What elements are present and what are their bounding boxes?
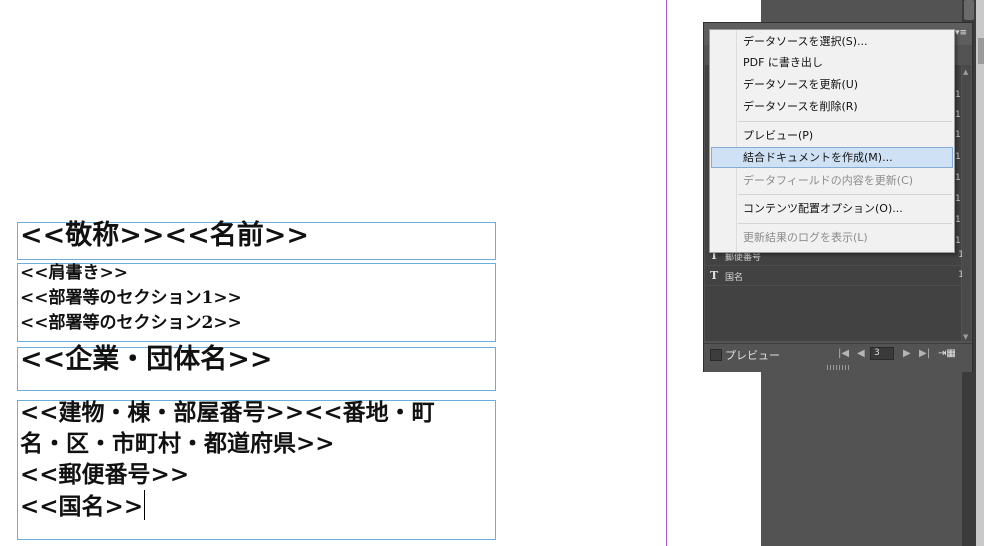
menu-separator [738, 223, 952, 224]
first-record-icon[interactable]: |◀ [838, 348, 849, 359]
field-count: 1 [955, 236, 961, 246]
field-count: 1 [955, 130, 961, 140]
scroll-up-icon[interactable]: ▲ [963, 68, 968, 76]
merge-field-name: <<敬称>><<名前>> [20, 220, 309, 251]
last-record-icon[interactable]: ▶| [919, 348, 930, 359]
menu-item-select-data-source[interactable]: データソースを選択(S)... [711, 31, 953, 52]
field-row-country[interactable]: T 国名 1 [706, 266, 964, 286]
preview-checkbox[interactable] [710, 349, 722, 361]
merge-field-country-line: <<国名>> [20, 490, 146, 522]
text-frame-company[interactable]: <<企業・団体名>> [17, 344, 496, 391]
text-cursor [144, 490, 146, 520]
menu-item-show-update-log: 更新結果のログを表示(L) [743, 231, 868, 244]
field-count: 1 [955, 194, 961, 204]
field-count: 1 [955, 173, 961, 183]
panel-menu-icon[interactable]: ▾≡ [955, 28, 967, 38]
text-frame-name[interactable]: <<敬称>><<名前>> [17, 220, 496, 260]
merge-field-title: <<肩書き>> [20, 263, 128, 283]
menu-item-content-placement-options[interactable]: コンテンツ配置オプション(O)... [711, 198, 953, 219]
text-frame-address[interactable]: <<建物・棟・部屋番号>><<番地・町 名・区・市町村・都道府県>> <<郵便番… [17, 399, 496, 540]
field-name: 国名 [725, 273, 744, 283]
merge-field-company: <<企業・団体名>> [20, 344, 273, 375]
field-count: 1 [955, 90, 961, 100]
menu-separator [738, 121, 952, 122]
right-panel-edge [976, 0, 984, 546]
field-count: 1 [955, 110, 961, 120]
field-count: 1 [955, 215, 961, 225]
previous-record-icon[interactable]: ◀ [857, 348, 865, 359]
margin-guide [666, 0, 667, 546]
menu-item-remove-data-source[interactable]: データソースを削除(R) [711, 96, 953, 117]
menu-separator [738, 194, 952, 195]
record-number-field[interactable]: 3 [870, 347, 894, 360]
text-frame-title[interactable]: <<肩書き>> <<部署等のセクション1>> <<部署等のセクション2>> [17, 263, 496, 342]
panel-tab-handle[interactable] [978, 38, 984, 64]
merge-field-section1: <<部署等のセクション1>> [20, 288, 242, 308]
merge-field-postal: <<郵便番号>> [20, 461, 190, 488]
preview-label: プレビュー [725, 349, 780, 362]
scrollbar-thumb[interactable] [964, 0, 974, 20]
field-count: 1 [955, 152, 961, 162]
merge-field-section2: <<部署等のセクション2>> [20, 313, 242, 333]
merge-field-country: <<国名>> [20, 493, 144, 520]
menu-item-update-data-source[interactable]: データソースを更新(U) [711, 74, 953, 95]
field-list-scrollbar[interactable] [962, 65, 971, 341]
scroll-down-icon[interactable]: ▼ [963, 333, 968, 341]
panel-resize-grip[interactable] [827, 365, 851, 370]
menu-item-export-pdf[interactable]: PDF に書き出し [711, 52, 953, 73]
create-merged-document-icon[interactable]: ⇥▦ [938, 348, 956, 359]
menu-item-create-merged-document[interactable]: 結合ドキュメントを作成(M)... [711, 147, 953, 168]
next-record-icon[interactable]: ▶ [903, 348, 911, 359]
text-field-icon: T [710, 269, 719, 282]
menu-item-update-data-fields: データフィールドの内容を更新(C) [743, 174, 914, 187]
merge-field-address-line2: 名・区・市町村・都道府県>> [20, 430, 335, 457]
menu-item-preview[interactable]: プレビュー(P) [711, 125, 953, 146]
merge-field-address-line1: <<建物・棟・部屋番号>><<番地・町 [20, 399, 435, 426]
